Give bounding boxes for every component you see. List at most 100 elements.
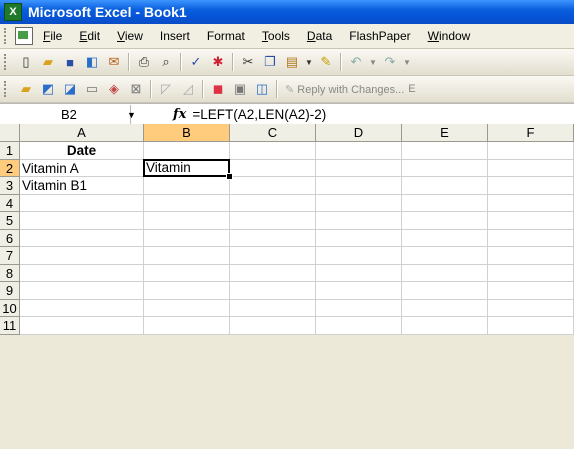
show-comments-icon[interactable]: ◈ xyxy=(105,80,123,98)
row-header-2[interactable]: 2 xyxy=(0,159,20,177)
cell-c2[interactable] xyxy=(230,159,316,177)
column-header-b[interactable]: B xyxy=(144,124,230,142)
cell-b2[interactable]: Vitamin xyxy=(143,158,230,177)
cell-c10[interactable] xyxy=(230,299,316,317)
row-header-6[interactable]: 6 xyxy=(0,229,20,247)
cell-a4[interactable] xyxy=(20,194,144,212)
track-changes-icon[interactable]: ◼ xyxy=(209,80,227,98)
cell-a10[interactable] xyxy=(20,299,144,317)
cell-e11[interactable] xyxy=(402,317,488,335)
select-all-corner[interactable] xyxy=(0,124,20,142)
row-header-10[interactable]: 10 xyxy=(0,299,20,317)
name-box[interactable]: B2 ▼ xyxy=(0,105,136,124)
row-header-7[interactable]: 7 xyxy=(0,247,20,265)
cell-c11[interactable] xyxy=(230,317,316,335)
toolbar-grip[interactable] xyxy=(4,28,9,44)
cell-f5[interactable] xyxy=(488,212,574,230)
cell-b11[interactable] xyxy=(144,317,230,335)
redo-icon[interactable]: ↷ xyxy=(381,53,399,71)
cell-e8[interactable] xyxy=(402,264,488,282)
permission-icon[interactable]: ◧ xyxy=(83,53,101,71)
excel-icon[interactable]: X xyxy=(4,3,22,21)
row-header-8[interactable]: 8 xyxy=(0,264,20,282)
cell-e2[interactable] xyxy=(402,159,488,177)
comment-icon[interactable]: ▭ xyxy=(83,80,101,98)
cell-d4[interactable] xyxy=(316,194,402,212)
cell-b4[interactable] xyxy=(144,194,230,212)
reply-with-changes-button[interactable]: ✎ Reply with Changes... xyxy=(285,83,404,96)
copy-icon[interactable]: ❐ xyxy=(261,53,279,71)
research-icon[interactable]: ✱ xyxy=(209,53,227,71)
spelling-icon[interactable]: ✓ xyxy=(187,53,205,71)
cell-f3[interactable] xyxy=(488,177,574,195)
cell-f7[interactable] xyxy=(488,247,574,265)
undo-icon[interactable]: ↶ xyxy=(347,53,365,71)
delete-comment-icon[interactable]: ⊠ xyxy=(127,80,145,98)
open-icon[interactable]: ▰ xyxy=(39,53,57,71)
toolbar-grip[interactable] xyxy=(4,54,9,70)
row-header-3[interactable]: 3 xyxy=(0,177,20,195)
row-header-5[interactable]: 5 xyxy=(0,212,20,230)
menu-tools[interactable]: Tools xyxy=(262,29,290,43)
cell-b10[interactable] xyxy=(144,299,230,317)
column-header-f[interactable]: F xyxy=(488,124,574,142)
end-review-label[interactable]: E xyxy=(408,83,415,95)
cell-c4[interactable] xyxy=(230,194,316,212)
email-icon[interactable]: ✉ xyxy=(105,53,123,71)
cell-f9[interactable] xyxy=(488,282,574,300)
print-icon[interactable]: ⎙ xyxy=(135,53,153,71)
cell-c9[interactable] xyxy=(230,282,316,300)
folder-icon[interactable]: ▰ xyxy=(17,80,35,98)
cell-d8[interactable] xyxy=(316,264,402,282)
cell-d5[interactable] xyxy=(316,212,402,230)
column-header-c[interactable]: C xyxy=(230,124,316,142)
new-icon[interactable]: ▯ xyxy=(17,53,35,71)
cell-f8[interactable] xyxy=(488,264,574,282)
cell-b8[interactable] xyxy=(144,264,230,282)
cell-f1[interactable] xyxy=(488,142,574,160)
cell-e6[interactable] xyxy=(402,229,488,247)
toolbar-grip[interactable] xyxy=(4,81,9,97)
cell-d7[interactable] xyxy=(316,247,402,265)
cell-f2[interactable] xyxy=(488,159,574,177)
column-header-e[interactable]: E xyxy=(402,124,488,142)
menu-window[interactable]: Window xyxy=(428,29,471,43)
menu-edit[interactable]: Edit xyxy=(79,29,100,43)
menu-format[interactable]: Format xyxy=(207,29,245,43)
cell-d1[interactable] xyxy=(316,142,402,160)
cell-e1[interactable] xyxy=(402,142,488,160)
cell-b5[interactable] xyxy=(144,212,230,230)
ink-icon[interactable]: ◸ xyxy=(157,80,175,98)
cell-a6[interactable] xyxy=(20,229,144,247)
cell-d9[interactable] xyxy=(316,282,402,300)
cut-icon[interactable]: ✂ xyxy=(239,53,257,71)
menu-view[interactable]: View xyxy=(117,29,143,43)
protect-icon[interactable]: ▣ xyxy=(231,80,249,98)
cell-d3[interactable] xyxy=(316,177,402,195)
cell-a7[interactable] xyxy=(20,247,144,265)
cell-b3[interactable] xyxy=(144,177,230,195)
cell-e7[interactable] xyxy=(402,247,488,265)
redo-dropdown-icon[interactable]: ▼ xyxy=(403,53,411,71)
compare-2-icon[interactable]: ◪ xyxy=(61,80,79,98)
cell-e10[interactable] xyxy=(402,299,488,317)
fill-handle[interactable] xyxy=(226,173,233,180)
cell-c1[interactable] xyxy=(230,142,316,160)
cell-c5[interactable] xyxy=(230,212,316,230)
cell-e5[interactable] xyxy=(402,212,488,230)
cell-d11[interactable] xyxy=(316,317,402,335)
name-box-dropdown-icon[interactable]: ▼ xyxy=(127,110,136,120)
cell-e3[interactable] xyxy=(402,177,488,195)
cell-b7[interactable] xyxy=(144,247,230,265)
compare-icon[interactable]: ◩ xyxy=(39,80,57,98)
cell-b9[interactable] xyxy=(144,282,230,300)
cell-c3[interactable] xyxy=(230,177,316,195)
menu-flashpaper[interactable]: FlashPaper xyxy=(349,29,410,43)
format-painter-icon[interactable]: ✎ xyxy=(317,53,335,71)
cell-c8[interactable] xyxy=(230,264,316,282)
share-icon[interactable]: ◫ xyxy=(253,80,271,98)
cell-a3[interactable]: Vitamin B1 xyxy=(20,177,144,195)
menu-insert[interactable]: Insert xyxy=(160,29,190,43)
cell-a1[interactable]: Date xyxy=(20,142,144,160)
row-header-1[interactable]: 1 xyxy=(0,142,20,160)
